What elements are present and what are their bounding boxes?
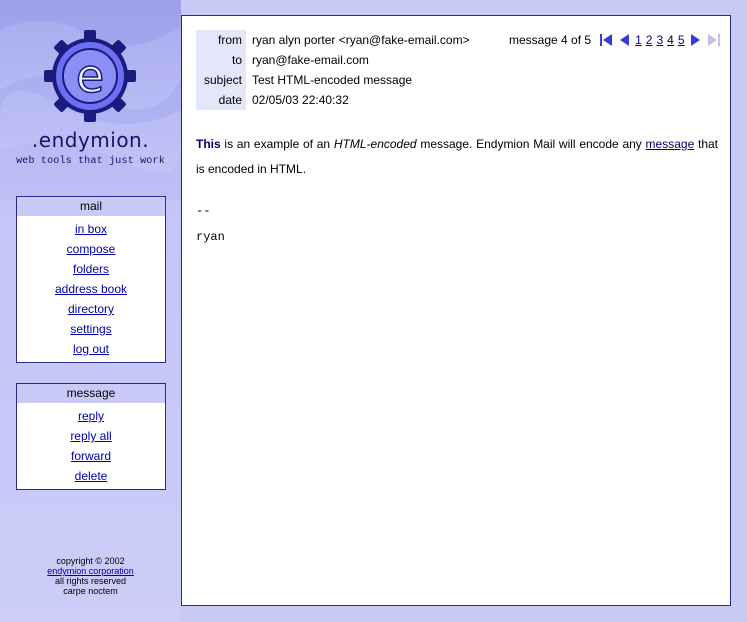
message-panel-title: message [17,384,165,403]
italic-phrase: HTML-encoded [333,137,417,151]
mail-menu: in box compose folders address book dire… [17,216,165,363]
reply-all-link[interactable]: reply all [70,429,111,443]
body-text-2: message. Endymion Mail will encode any [416,137,646,151]
prev-page-icon[interactable] [617,33,631,47]
motto-text: carpe noctem [63,586,118,596]
page-link-3[interactable]: 3 [656,30,663,50]
message-count: message 4 of 5 [509,33,592,47]
date-value: 02/05/03 22:40:32 [252,93,349,107]
gear-e-logo-icon: e [42,28,138,124]
message-pager: message 4 of 5 1 2 3 4 5 [509,30,725,50]
signature-name: ryan [196,230,225,244]
message-view: from ryan alyn porter <ryan@fake-email.c… [181,15,731,606]
rights-text: all rights reserved [54,576,127,586]
company-link[interactable]: endymion corporation [47,566,134,576]
mail-panel: mail in box compose folders address book… [16,196,166,363]
next-page-icon[interactable] [689,33,703,47]
menu-item-inbox[interactable]: in box [75,222,107,236]
copyright-text: copyright © 2002 [56,556,125,566]
signature-dash: -- [196,204,211,218]
sidebar: e .endymion. web tools that just work ma… [0,0,181,622]
brand-name: .endymion. [31,128,150,152]
menu-item-directory[interactable]: directory [68,302,114,316]
from-label: from [196,30,246,50]
to-value: ryan@fake-email.com [252,53,369,67]
menu-item-address-book[interactable]: address book [55,282,127,296]
body-text-1: is an example of an [220,137,334,151]
page-link-5[interactable]: 5 [678,30,685,50]
date-label: date [196,90,246,110]
delete-link[interactable]: delete [75,469,108,483]
brand-tagline: web tools that just work [16,156,165,167]
svg-text:e: e [76,49,104,103]
mail-panel-title: mail [17,197,165,216]
first-page-icon[interactable] [599,33,613,47]
page-link-4[interactable]: 4 [667,30,674,50]
menu-item-folders[interactable]: folders [73,262,109,276]
forward-link[interactable]: forward [71,449,111,463]
menu-item-settings[interactable]: settings [70,322,111,336]
message-link[interactable]: message [646,137,695,151]
last-page-icon [707,33,721,47]
bold-word: This [196,137,221,151]
page-link-2[interactable]: 2 [646,30,653,50]
from-value: ryan alyn porter <ryan@fake-email.com> [252,33,470,47]
to-label: to [196,50,246,70]
reply-link[interactable]: reply [78,409,104,423]
subject-label: subject [196,70,246,90]
menu-item-compose[interactable]: compose [67,242,116,256]
message-menu: reply reply all forward delete [17,403,165,490]
message-panel: message reply reply all forward delete [16,383,166,490]
subject-value: Test HTML-encoded message [252,73,413,87]
menu-item-log-out[interactable]: log out [73,342,109,356]
message-body: This is an example of an HTML-encoded me… [196,132,718,182]
page-link-1[interactable]: 1 [635,30,642,50]
signature: -- ryan [196,198,225,250]
footer: copyright © 2002 endymion corporation al… [0,556,181,596]
